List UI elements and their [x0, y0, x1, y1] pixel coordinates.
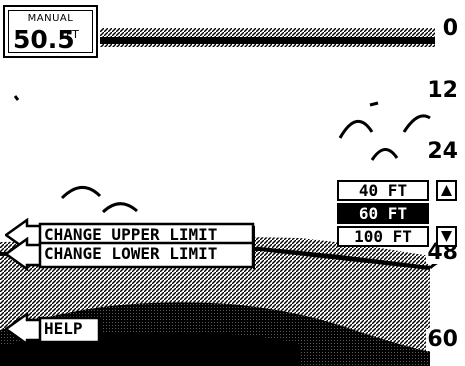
triangle-up-icon [441, 185, 452, 196]
range-up-button[interactable] [436, 180, 457, 201]
depth-readout-box: MANUAL 50.5 FT [3, 5, 98, 58]
mode-label: MANUAL [27, 13, 74, 24]
depth-unit: FT [66, 28, 79, 41]
depth-scale-label-24: 24 [426, 139, 459, 164]
sonar-screen: 0 12 24 48 60 MANUAL 50.5 FT 40 FT 60 FT… [0, 0, 465, 366]
menu-item-change-lower-limit[interactable]: CHANGE LOWER LIMIT [5, 237, 255, 271]
range-option-60ft[interactable]: 60 FT [337, 203, 429, 224]
menu-item-help[interactable]: HELP [5, 312, 103, 346]
range-option-40ft[interactable]: 40 FT [337, 180, 429, 201]
menu-item-label: HELP [44, 319, 83, 338]
range-down-button[interactable] [436, 226, 457, 247]
surface-clutter [100, 28, 435, 47]
range-option-100ft[interactable]: 100 FT [337, 226, 429, 247]
depth-reading: 50.5 [13, 25, 75, 54]
depth-scale-label-0: 0 [441, 16, 459, 41]
menu-item-label: CHANGE LOWER LIMIT [44, 244, 218, 263]
triangle-down-icon [441, 231, 452, 242]
depth-scale-label-12: 12 [426, 78, 459, 103]
depth-scale-label-60: 60 [426, 327, 459, 352]
